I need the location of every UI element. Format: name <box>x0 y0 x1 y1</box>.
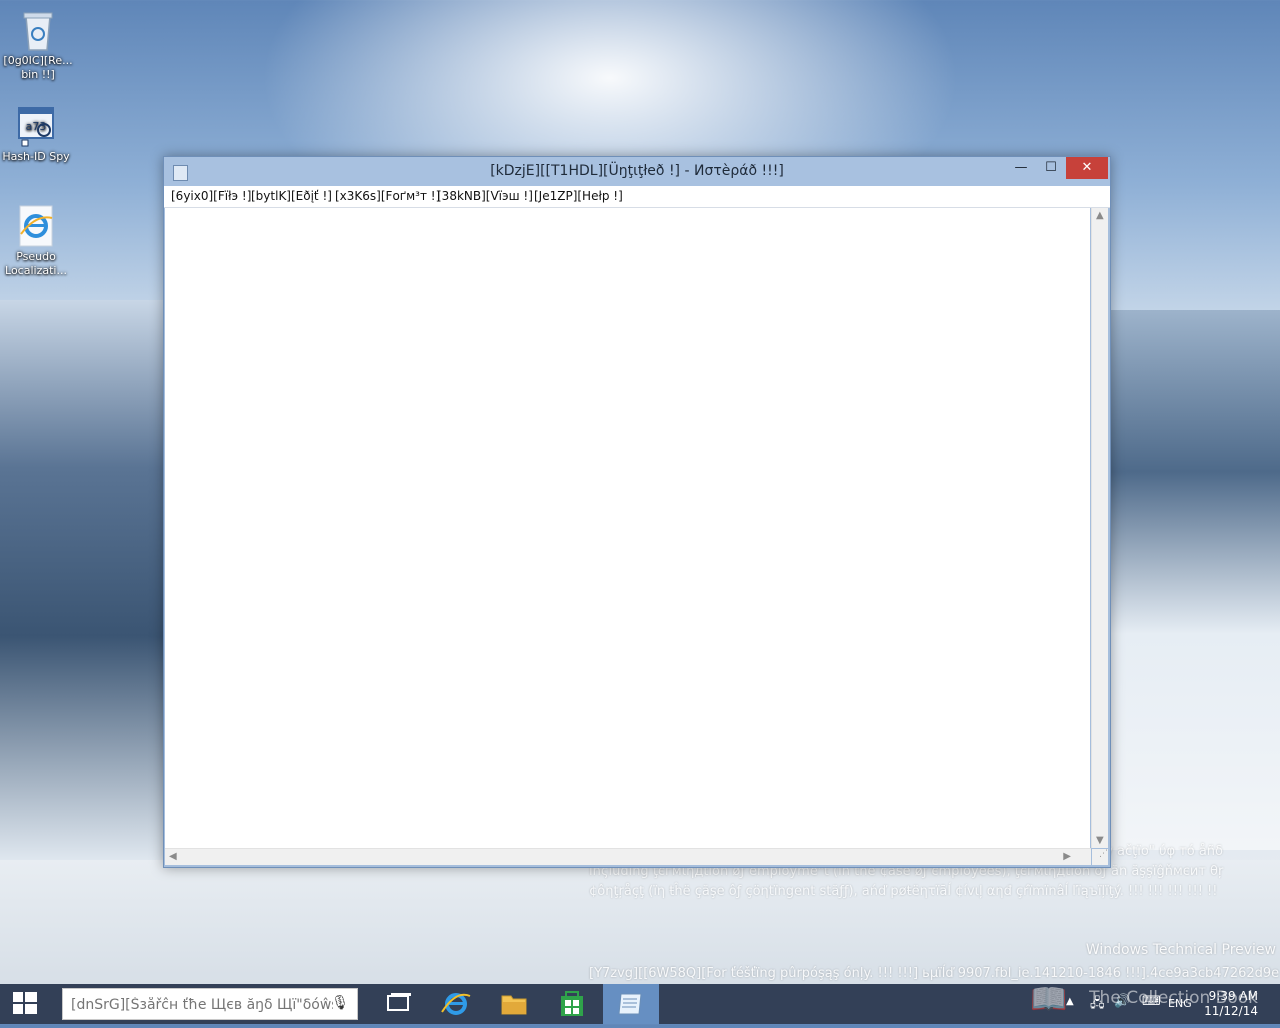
search-box[interactable]: 🎙 <box>62 988 358 1020</box>
mountains-right <box>1108 310 1280 850</box>
build-watermark: [Y7zvg][[6W58Q][For ťéšťïng pûrpόşąş όnļ… <box>589 966 1280 981</box>
minimize-button[interactable]: — <box>1006 157 1036 179</box>
taskbar: 🎙 <box>0 982 1280 1024</box>
internet-explorer-icon <box>19 205 53 247</box>
legal-line-2: ïnςluding ţєгмιηдtïon øƒ employme"t (ïñ … <box>589 864 1224 899</box>
clock[interactable]: 9:39 AM 11/12/14 <box>1204 989 1258 1019</box>
desktop-icon-hash-id-spy[interactable]: a73 Hash-ID Spy <box>0 104 72 164</box>
scroll-down-icon[interactable]: ▼ <box>1096 835 1104 846</box>
taskbar-store-button[interactable] <box>548 984 596 1024</box>
menu-edit[interactable]: [bytlK][Eðįť !] <box>251 189 332 203</box>
horizontal-scrollbar[interactable]: ◀ ▶ <box>165 848 1091 865</box>
notepad-window: [kDzjE][[T1HDL][Üŋţιţłеð !] - Иστèράð !!… <box>163 156 1111 868</box>
task-view-button[interactable] <box>375 984 423 1024</box>
book-logo-icon: 📖 <box>1030 982 1068 1017</box>
internet-explorer-icon <box>441 993 471 1015</box>
desktop-icon-label: Pseudo Localizati... <box>5 250 67 277</box>
desktop-icon-pseudo-localization[interactable]: Pseudo Localizati... <box>0 204 72 278</box>
window-title: [kDzjE][[T1HDL][Üŋţιţłеð !] - Иστèράð !!… <box>490 163 784 179</box>
scroll-right-icon[interactable]: ▶ <box>1063 851 1071 862</box>
menu-view[interactable]: [38kNB][Vïэш !] <box>437 189 533 203</box>
start-button[interactable] <box>0 984 50 1024</box>
notepad-icon <box>618 993 642 1015</box>
taskbar-ie-button[interactable] <box>432 984 480 1024</box>
microphone-icon[interactable]: 🎙 <box>331 995 349 1011</box>
clock-time: 9:39 AM <box>1208 989 1258 1003</box>
recycle-bin-icon <box>23 12 53 51</box>
windows-logo-icon <box>13 992 37 1014</box>
edition-watermark: Windows Technical Preview <box>1085 942 1276 958</box>
hash-id-icon: a73 <box>18 107 54 147</box>
system-tray: 📖 ▲ 🖧 🔊 ⌨ ENG The Collection Book 9:39 A… <box>1030 982 1280 1024</box>
taskbar-notepad-button[interactable] <box>603 984 659 1024</box>
menu-file[interactable]: [6yix0][Fïłэ !] <box>171 189 251 203</box>
taskbar-explorer-button[interactable] <box>490 984 538 1024</box>
store-icon <box>561 991 583 1016</box>
vertical-scrollbar[interactable]: ▲ ▼ <box>1091 208 1108 848</box>
desktop-icon-label: [0g0IC][Re... bin !!] <box>3 54 73 81</box>
maximize-button[interactable]: ☐ <box>1036 157 1066 179</box>
menu-bar: [6yix0][Fïłэ !] [bytlK][Eðįť !] [x3K6s][… <box>164 186 1110 208</box>
show-hidden-icons-icon[interactable]: ▲ <box>1066 996 1074 1007</box>
menu-help[interactable]: [Je1ZP][Hеłp !] <box>534 189 623 203</box>
title-bar[interactable]: [kDzjE][[T1HDL][Üŋţιţłеð !] - Иστèράð !!… <box>164 157 1110 186</box>
desktop-icon-recycle-bin[interactable]: [0g0IC][Re... bin !!] <box>2 8 74 82</box>
text-editor[interactable] <box>165 208 1090 848</box>
file-explorer-icon <box>501 995 527 1015</box>
resize-grip-icon[interactable]: ⋰ <box>1092 849 1108 865</box>
scroll-up-icon[interactable]: ▲ <box>1096 210 1104 221</box>
close-button[interactable]: ✕ <box>1066 157 1108 179</box>
task-view-icon <box>387 993 411 1011</box>
clock-date: 11/12/14 <box>1204 1004 1258 1018</box>
desktop-icon-label: Hash-ID Spy <box>2 150 70 163</box>
menu-format[interactable]: [x3K6s][Fоґм³т !] <box>335 189 440 203</box>
svg-text:a73: a73 <box>26 120 47 133</box>
search-input[interactable] <box>69 990 335 1020</box>
mountains-left <box>0 300 170 860</box>
scroll-left-icon[interactable]: ◀ <box>169 851 177 862</box>
